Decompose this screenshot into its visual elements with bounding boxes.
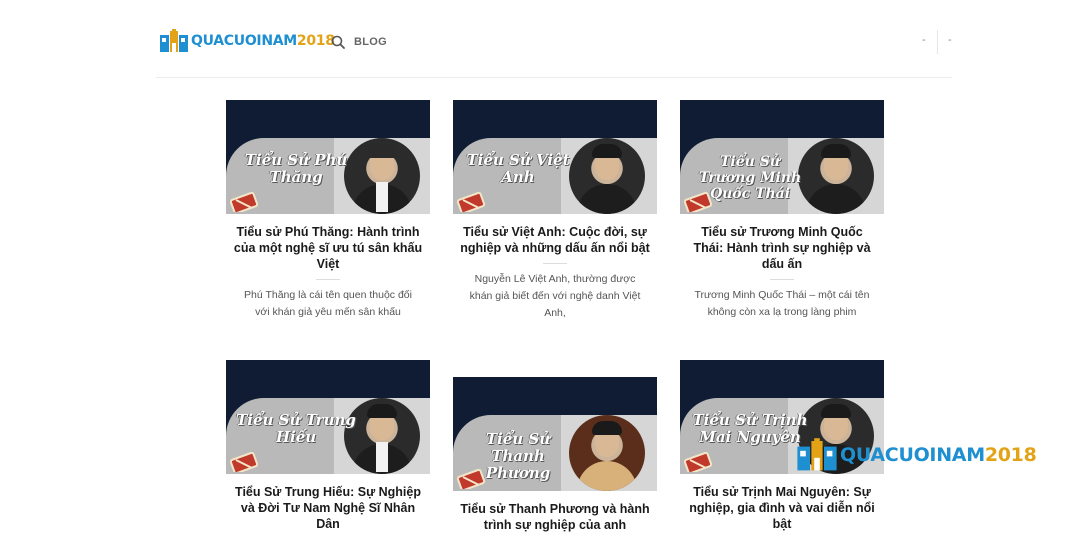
menu-item-dash-2[interactable]: - (948, 34, 952, 46)
logo-house-icon (797, 438, 837, 471)
post-title[interactable]: Tiểu sử Trịnh Mai Nguyên: Sự nghiệp, gia… (680, 484, 884, 532)
post-thumbnail[interactable]: Tiểu Sử Phú Thăng (226, 100, 430, 214)
thumbnail-caption: Tiểu Sử Phú Thăng (244, 151, 348, 186)
film-reel-icon (684, 451, 713, 472)
portrait-image (569, 138, 645, 214)
post-excerpt: Nguyễn Lê Việt Anh, thường được khán giả… (469, 273, 641, 319)
post-thumbnail[interactable]: Tiểu Sử Việt Anh (453, 100, 657, 214)
post-thumbnail[interactable]: Tiểu Sử Trương Minh Quốc Thái (680, 100, 884, 214)
post-card[interactable]: Tiểu Sử Trương Minh Quốc Thái Tiểu sử Tr… (680, 100, 884, 321)
post-card[interactable]: Tiểu Sử Trung Hiếu Tiểu Sử Trung Hiếu: S… (226, 360, 430, 532)
watermark-text: QUACUOINAM2018 (840, 444, 1037, 466)
thumbnail-caption: Tiểu Sử Trung Hiếu (236, 411, 356, 446)
search-icon[interactable] (331, 35, 345, 49)
site-logo[interactable]: QUACUOINAM2018 (159, 28, 335, 54)
post-title[interactable]: Tiểu sử Thanh Phương và hành trình sự ng… (453, 501, 657, 533)
menu-item-dash-1[interactable]: - (922, 34, 926, 46)
nav-blog-link[interactable]: BLOG (354, 36, 387, 48)
title-divider (316, 279, 340, 280)
film-reel-icon (230, 451, 259, 472)
logo-house-icon (160, 29, 188, 52)
logo-text: QUACUOINAM2018 (191, 33, 335, 49)
post-title[interactable]: Tiểu sử Việt Anh: Cuộc đời, sự nghiệp và… (453, 224, 657, 256)
post-excerpt: Phú Thăng là cái tên quen thuộc đối với … (244, 289, 412, 318)
film-reel-icon (457, 191, 486, 212)
post-thumbnail[interactable]: Tiểu Sử Thanh Phương (453, 377, 657, 491)
post-title[interactable]: Tiểu sử Phú Thăng: Hành trình của một ng… (226, 224, 430, 272)
post-excerpt: Trương Minh Quốc Thái – một cái tên khôn… (694, 289, 870, 318)
post-title[interactable]: Tiểu Sử Trung Hiếu: Sự Nghiệp và Đời Tư … (226, 484, 430, 532)
site-header: QUACUOINAM2018 BLOG - - (156, 0, 952, 78)
title-divider (543, 263, 567, 264)
film-reel-icon (457, 468, 486, 489)
thumbnail-caption: Tiểu Sử Trịnh Mai Nguyên (692, 411, 808, 446)
post-card[interactable]: Tiểu Sử Phú Thăng Tiểu sử Phú Thăng: Hàn… (226, 100, 430, 321)
title-divider (770, 279, 794, 280)
post-card[interactable]: Tiểu Sử Thanh Phương Tiểu sử Thanh Phươn… (453, 377, 657, 533)
post-card[interactable]: Tiểu Sử Việt Anh Tiểu sử Việt Anh: Cuộc … (453, 100, 657, 322)
post-thumbnail[interactable]: Tiểu Sử Trung Hiếu (226, 360, 430, 474)
menu-separator (937, 30, 938, 54)
thumbnail-caption: Tiểu Sử Việt Anh (466, 151, 570, 186)
post-title[interactable]: Tiểu sử Trương Minh Quốc Thái: Hành trìn… (680, 224, 884, 272)
portrait-image (569, 415, 645, 491)
film-reel-icon (684, 191, 713, 212)
film-reel-icon (230, 191, 259, 212)
watermark-logo: QUACUOINAM2018 (796, 437, 1037, 473)
